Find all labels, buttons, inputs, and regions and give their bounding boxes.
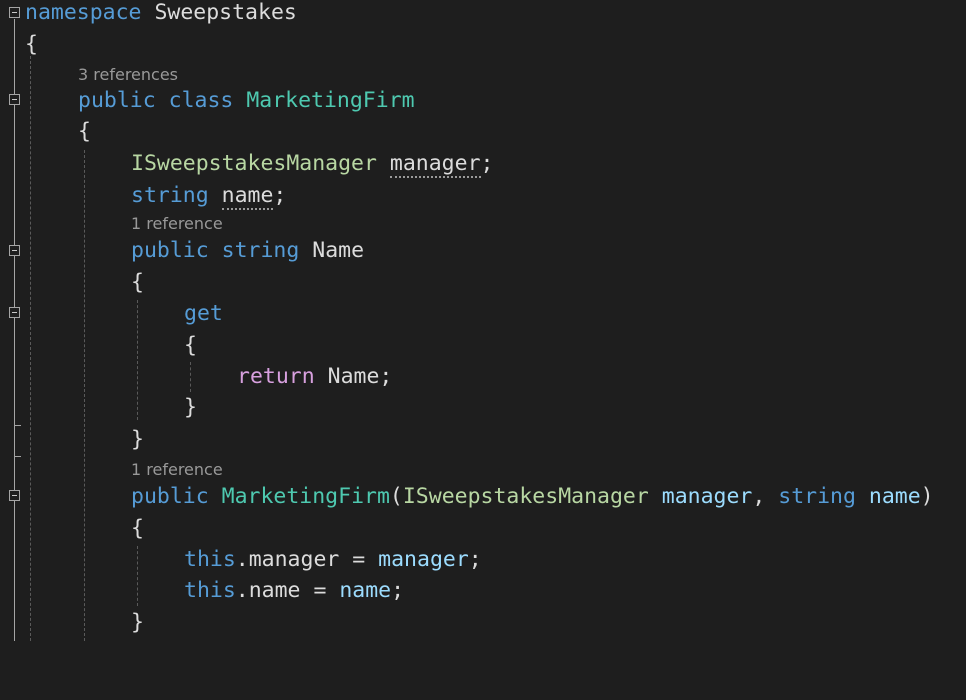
token-keyword: get — [184, 301, 223, 326]
code-line: { — [0, 116, 91, 147]
token-keyword: this — [184, 547, 236, 572]
token-parameter: manager — [378, 547, 469, 572]
token-brace: { — [184, 333, 197, 358]
code-line: get — [0, 298, 223, 329]
token-class-name: MarketingFirm — [246, 88, 415, 113]
codelens-references[interactable]: 1 reference — [131, 213, 223, 235]
token-interface: ISweepstakesManager — [131, 151, 377, 176]
code-line: public class MarketingFirm — [0, 85, 415, 116]
token-keyword: string — [778, 484, 856, 509]
token-semicolon: ; — [468, 547, 482, 572]
token-brace: { — [25, 32, 38, 57]
token-keyword: public — [131, 484, 209, 509]
token-keyword: class — [168, 88, 234, 113]
code-line: } — [0, 424, 144, 455]
token-keyword: this — [184, 578, 236, 603]
token-brace: { — [131, 270, 144, 295]
token-field: manager — [389, 151, 481, 178]
token-semicolon: ; — [391, 578, 405, 603]
codelens-references[interactable]: 3 references — [78, 64, 178, 86]
token-field: name — [221, 183, 274, 210]
code-line: ISweepstakesManager manager; — [0, 148, 493, 179]
token-parameter: manager — [661, 484, 753, 509]
token-member-assign: .manager = — [235, 547, 379, 572]
token-comma: , — [752, 484, 779, 509]
token-paren: ( — [389, 484, 403, 509]
token-expression: Name; — [327, 364, 393, 389]
code-line: string name; — [0, 180, 286, 211]
token-brace: } — [184, 395, 197, 420]
code-line: return Name; — [0, 361, 392, 392]
code-line: { — [0, 330, 197, 361]
token-paren: ) — [920, 484, 934, 509]
token-interface: ISweepstakesManager — [402, 484, 649, 509]
token-keyword: public — [131, 238, 209, 263]
token-namespace-name: Sweepstakes — [154, 0, 297, 25]
token-keyword: string — [221, 238, 300, 263]
code-line: this.manager = manager; — [0, 544, 482, 575]
token-parameter: name — [339, 578, 392, 603]
code-line: public MarketingFirm(ISweepstakesManager… — [0, 481, 934, 512]
token-constructor-name: MarketingFirm — [221, 484, 390, 509]
indent-guide — [190, 362, 191, 392]
token-keyword: namespace — [25, 0, 142, 25]
token-member-assign: .name = — [235, 578, 340, 603]
indent-guide — [84, 150, 85, 641]
token-semicolon: ; — [480, 151, 494, 176]
code-line: { — [0, 513, 144, 544]
indent-guide — [137, 546, 138, 606]
code-line: { — [0, 267, 144, 298]
code-line: namespace Sweepstakes — [0, 0, 297, 28]
code-line: { — [0, 29, 52, 60]
codelens-references[interactable]: 1 reference — [131, 459, 223, 481]
token-brace: { — [78, 119, 91, 144]
token-brace: { — [131, 516, 144, 541]
token-brace: } — [131, 610, 144, 635]
code-line: public string Name — [0, 235, 364, 266]
token-keyword: public — [78, 88, 156, 113]
code-line: } — [0, 607, 144, 638]
token-semicolon: ; — [273, 183, 287, 208]
indent-guide — [137, 300, 138, 420]
code-line: this.name = name; — [0, 575, 404, 606]
token-control-keyword: return — [237, 364, 315, 389]
token-property-name: Name — [312, 238, 365, 263]
code-editor[interactable]: namespace Sweepstakes { 3 references pub… — [0, 0, 966, 641]
token-keyword: string — [131, 183, 209, 208]
code-line: } — [0, 392, 197, 423]
token-brace: } — [131, 427, 144, 452]
token-parameter: name — [868, 484, 921, 509]
